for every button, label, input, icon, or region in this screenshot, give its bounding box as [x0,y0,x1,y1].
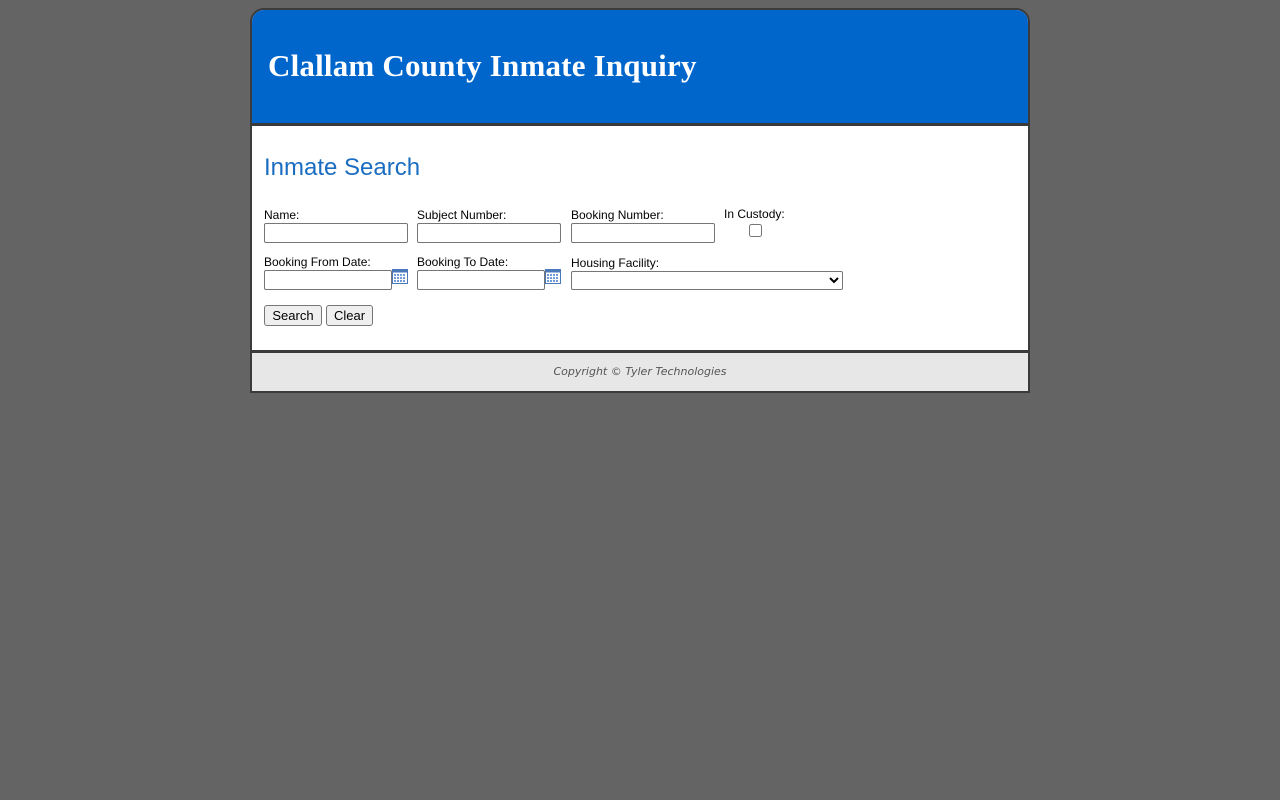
search-panel: Inmate Search Name: Subject Number: Book… [252,126,1028,353]
search-button[interactable]: Search [264,305,322,326]
name-input[interactable] [264,223,408,243]
subject-number-input[interactable] [417,223,561,243]
in-custody-label: In Custody: [724,207,785,221]
housing-facility-label: Housing Facility: [571,256,660,270]
booking-from-date-input[interactable] [264,270,392,290]
housing-facility-select[interactable] [571,271,843,290]
subject-number-label: Subject Number: [417,208,507,222]
page-title: Clallam County Inmate Inquiry [268,48,697,83]
section-title: Inmate Search [264,154,421,181]
clear-button[interactable]: Clear [326,305,373,326]
in-custody-checkbox[interactable] [749,224,762,237]
booking-to-date-label: Booking To Date: [417,255,509,269]
copyright-text: Copyright © Tyler Technologies [553,365,727,378]
booking-number-input[interactable] [571,223,715,243]
page-container: Clallam County Inmate Inquiry Inmate Sea… [250,8,1030,393]
page-footer: Copyright © Tyler Technologies [252,353,1028,391]
name-label: Name: [264,208,300,222]
calendar-icon[interactable] [392,269,408,284]
page-header: Clallam County Inmate Inquiry [252,10,1028,126]
booking-from-date-label: Booking From Date: [264,255,371,269]
calendar-icon[interactable] [545,269,561,284]
booking-to-date-input[interactable] [417,270,545,290]
booking-number-label: Booking Number: [571,208,664,222]
